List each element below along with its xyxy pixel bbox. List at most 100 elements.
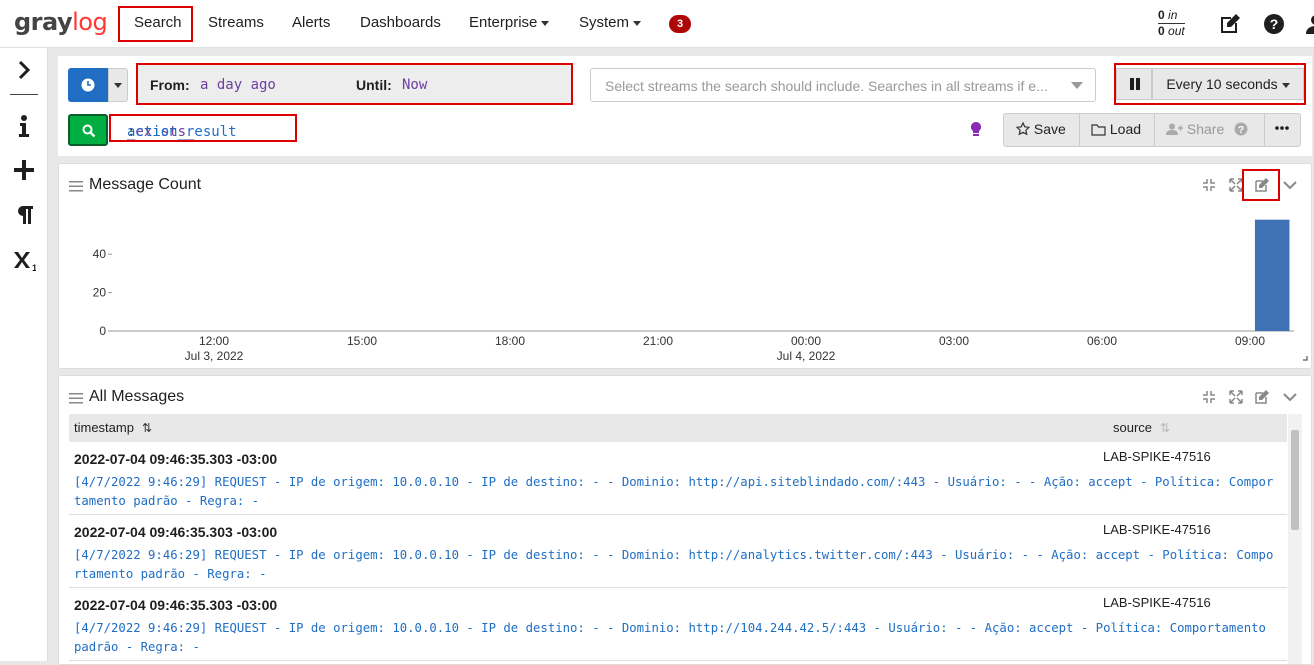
x-tick-label: 00:00 [791, 334, 821, 348]
x-tick-label: 12:00 [199, 334, 229, 348]
streams-placeholder: Select streams the search should include… [605, 78, 1048, 94]
nav-search[interactable]: Search [134, 14, 182, 31]
row-message: [4/7/2022 9:46:29] REQUEST - IP de orige… [74, 621, 1266, 654]
x-tick-label: 15:00 [347, 334, 377, 348]
row-source: LAB-SPIKE-47516 [1103, 449, 1211, 464]
chevron-down-icon[interactable] [1282, 389, 1298, 405]
x-tick-sublabel: Jul 3, 2022 [185, 349, 244, 363]
messages-table-header: timestamp ⇅ source ⇅ [69, 414, 1287, 442]
time-range-type-button[interactable] [68, 68, 108, 102]
left-sidebar: 1 [0, 48, 48, 661]
pause-button[interactable] [1116, 68, 1152, 100]
column-header-source[interactable]: source ⇅ [1113, 420, 1170, 435]
chevron-right-icon[interactable] [12, 58, 36, 82]
graylog-logo[interactable]: graylog [14, 8, 108, 36]
row-timestamp: 2022-07-04 09:46:35.303 -03:00 [74, 597, 278, 613]
save-button[interactable]: Save [1015, 121, 1066, 137]
edit-icon[interactable] [1254, 389, 1270, 405]
share-button[interactable]: Share ? [1166, 121, 1248, 137]
chevron-down-icon [633, 20, 642, 26]
y-tick-label: 0 [99, 324, 106, 338]
help-icon[interactable]: ? [1234, 122, 1248, 136]
from-label: From: [150, 77, 190, 93]
drag-handle-icon[interactable] [69, 392, 83, 404]
svg-text:?: ? [1238, 125, 1244, 136]
table-row[interactable]: 2022-07-04 09:46:35.303 -03:00 LAB-SPIKE… [69, 442, 1287, 515]
x-tick-sublabel: Jul 4, 2022 [777, 349, 836, 363]
from-value: a day ago [200, 77, 276, 93]
x-tick-label: 18:00 [495, 334, 525, 348]
chart-bar [1254, 219, 1290, 331]
until-value: Now [402, 77, 428, 93]
sidebar-divider [10, 94, 38, 95]
sort-desc-icon[interactable]: ⇅ [142, 421, 152, 435]
messages-scrollbar[interactable] [1288, 414, 1302, 664]
x-tick-label: 21:00 [643, 334, 673, 348]
divider [1154, 114, 1155, 146]
message-count-widget: Message Count 0 20 40 12:00 Jul 3, 2022 15:00… [58, 163, 1312, 369]
ellipsis-icon [1275, 126, 1289, 130]
row-source: LAB-SPIKE-47516 [1103, 595, 1211, 610]
plus-icon[interactable] [12, 158, 36, 182]
expand-icon[interactable] [1228, 389, 1244, 405]
load-button[interactable]: Load [1091, 121, 1141, 137]
row-message: [4/7/2022 9:46:29] REQUEST - IP de orige… [74, 548, 1274, 581]
time-range-display[interactable]: From: a day ago Until: Now [136, 63, 573, 105]
throughput-indicator[interactable]: 0 in 0 out [1158, 8, 1185, 39]
scrollbar-thumb[interactable] [1291, 430, 1299, 530]
x-tick-label: 06:00 [1087, 334, 1117, 348]
compress-icon[interactable] [1201, 389, 1217, 405]
table-row[interactable]: 2022-07-04 09:46:35.303 -03:00 LAB-SPIKE… [69, 515, 1287, 588]
lightbulb-icon[interactable] [968, 120, 984, 140]
search-icon [82, 124, 96, 138]
paragraph-icon[interactable] [12, 203, 36, 227]
help-icon[interactable]: ? [1262, 12, 1286, 36]
row-source: LAB-SPIKE-47516 [1103, 522, 1211, 537]
chevron-down-icon [1071, 82, 1083, 89]
top-navbar: graylog Search Streams Alerts Dashboards… [0, 0, 1314, 48]
svg-text:1: 1 [32, 263, 36, 272]
y-tick-label: 40 [93, 247, 107, 261]
nav-enterprise[interactable]: Enterprise [469, 14, 550, 31]
svg-text:?: ? [1270, 16, 1279, 32]
row-timestamp: 2022-07-04 09:46:35.303 -03:00 [74, 451, 278, 467]
chevron-down-icon [541, 20, 550, 26]
edit-note-icon[interactable] [1218, 12, 1242, 36]
folder-icon [1091, 124, 1106, 136]
clock-icon [81, 78, 95, 92]
streams-select[interactable]: Select streams the search should include… [590, 68, 1096, 102]
user-plus-icon [1166, 123, 1183, 135]
star-icon [1015, 121, 1031, 136]
query-field-value: action_result [127, 124, 237, 140]
nav-streams[interactable]: Streams [208, 14, 264, 31]
until-label: Until: [356, 77, 392, 93]
x-tick-label: 09:00 [1235, 334, 1265, 348]
nav-dashboards[interactable]: Dashboards [360, 14, 441, 31]
nav-alerts[interactable]: Alerts [292, 14, 330, 31]
search-query-input[interactable]: _exists_: action_result [109, 114, 297, 142]
user-icon[interactable] [1304, 12, 1314, 36]
more-actions-button[interactable] [1274, 117, 1290, 136]
row-timestamp: 2022-07-04 09:46:35.303 -03:00 [74, 524, 278, 540]
refresh-interval-dropdown[interactable]: Every 10 seconds [1152, 68, 1304, 100]
divider [1264, 114, 1265, 146]
all-messages-widget: All Messages timestamp ⇅ source ⇅ 2022-07-… [58, 375, 1312, 665]
nav-system[interactable]: System [579, 14, 642, 31]
notification-badge[interactable]: 3 [669, 15, 691, 33]
y-tick-label: 20 [93, 286, 107, 300]
table-row[interactable]: 2022-07-04 09:46:35.303 -03:00 LAB-SPIKE… [69, 588, 1287, 661]
refresh-controls: Every 10 seconds [1114, 63, 1306, 105]
message-count-chart: 0 20 40 12:00Jul 3, 2022 15:00 18:00 21:00 00:0… [93, 219, 1308, 363]
search-actions: Save Load Share ? [1003, 113, 1301, 147]
widget-title: All Messages [89, 388, 185, 405]
resize-handle-icon [1303, 356, 1308, 361]
sort-icon[interactable]: ⇅ [1160, 421, 1170, 435]
chevron-down-icon [114, 83, 122, 88]
search-submit-button[interactable] [68, 114, 108, 146]
row-message: [4/7/2022 9:46:29] REQUEST - IP de orige… [74, 475, 1274, 508]
column-header-timestamp[interactable]: timestamp ⇅ [74, 420, 152, 435]
time-range-dropdown-toggle[interactable] [108, 68, 128, 102]
pause-icon [1130, 78, 1140, 90]
info-icon[interactable] [12, 114, 36, 138]
subscript-icon[interactable]: 1 [12, 248, 36, 272]
